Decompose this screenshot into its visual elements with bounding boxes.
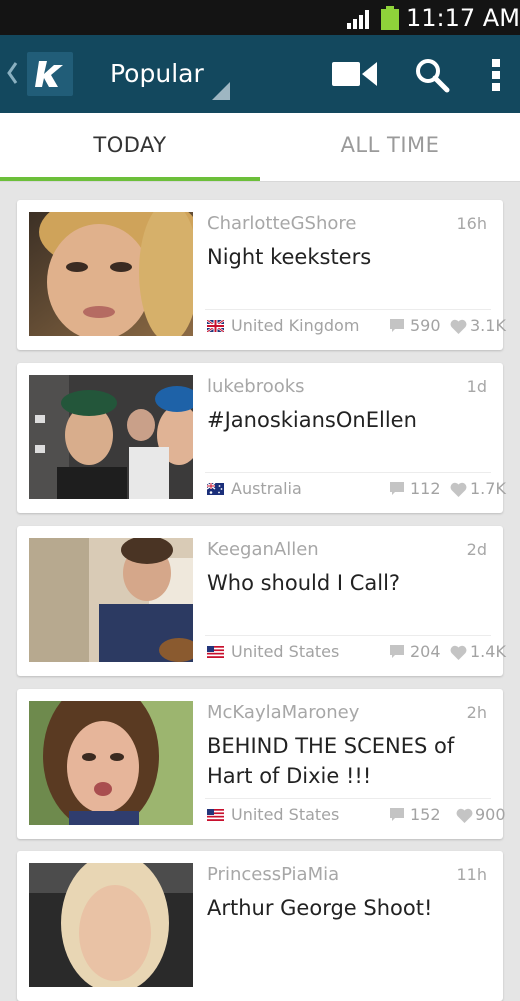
comment-count: 112 bbox=[410, 479, 441, 498]
tab-all-time[interactable]: ALL TIME bbox=[260, 113, 520, 181]
us-flag-icon bbox=[207, 809, 224, 821]
video-camera-icon[interactable] bbox=[332, 60, 378, 88]
battery-icon bbox=[381, 6, 399, 30]
country-label: Australia bbox=[231, 479, 302, 498]
divider bbox=[205, 635, 491, 636]
video-meta: United States 204 1.4K bbox=[207, 640, 506, 664]
video-caption[interactable]: Who should I Call? bbox=[207, 568, 487, 598]
video-thumbnail[interactable] bbox=[29, 863, 193, 987]
comment-count: 590 bbox=[410, 316, 441, 335]
app-bar: Popular bbox=[0, 35, 520, 113]
comment-count: 152 bbox=[410, 805, 441, 824]
divider bbox=[205, 798, 491, 799]
video-meta: United States 152 900 bbox=[207, 803, 506, 827]
like-count: 3.1K bbox=[470, 316, 506, 335]
comment-icon bbox=[390, 319, 404, 332]
video-caption[interactable]: Night keeksters bbox=[207, 242, 487, 272]
like-count: 900 bbox=[475, 805, 506, 824]
comment-count: 204 bbox=[410, 642, 441, 661]
page-title[interactable]: Popular bbox=[110, 59, 204, 89]
video-card[interactable]: McKaylaMaroney 2h BEHIND THE SCENES of H… bbox=[17, 689, 506, 839]
username[interactable]: McKaylaMaroney bbox=[207, 701, 359, 725]
back-chevron-icon[interactable] bbox=[6, 60, 18, 86]
keek-logo[interactable] bbox=[27, 52, 73, 96]
us-flag-icon bbox=[207, 646, 224, 658]
video-card[interactable]: KeeganAllen 2d Who should I Call? United… bbox=[17, 526, 506, 676]
username[interactable]: PrincessPiaMia bbox=[207, 863, 339, 887]
status-time: 11:17 AM bbox=[406, 4, 520, 32]
status-bar: 11:17 AM bbox=[0, 0, 520, 35]
video-card[interactable]: lukebrooks 1d #JanoskiansOnEllen Austral… bbox=[17, 363, 506, 513]
video-caption[interactable]: Arthur George Shoot! bbox=[207, 893, 487, 923]
heart-icon bbox=[450, 645, 467, 660]
tab-today[interactable]: TODAY bbox=[0, 113, 260, 181]
post-age: 16h bbox=[456, 214, 488, 233]
like-count: 1.4K bbox=[470, 642, 506, 661]
comment-icon bbox=[390, 808, 404, 821]
video-caption[interactable]: #JanoskiansOnEllen bbox=[207, 405, 487, 435]
overflow-menu-icon[interactable] bbox=[491, 58, 501, 92]
post-age: 2d bbox=[466, 540, 487, 559]
search-icon[interactable] bbox=[414, 57, 450, 93]
dropdown-corner-icon[interactable] bbox=[212, 82, 230, 100]
video-caption[interactable]: BEHIND THE SCENES of Hart of Dixie !!! bbox=[207, 731, 487, 791]
tab-bar: TODAY ALL TIME bbox=[0, 113, 520, 182]
video-thumbnail[interactable] bbox=[29, 701, 193, 825]
signal-icon bbox=[347, 10, 369, 29]
country-label: United States bbox=[231, 805, 340, 824]
username[interactable]: lukebrooks bbox=[207, 375, 305, 399]
divider bbox=[205, 472, 491, 473]
comment-icon bbox=[390, 645, 404, 658]
heart-icon bbox=[456, 808, 473, 823]
video-thumbnail[interactable] bbox=[29, 212, 193, 336]
country-label: United Kingdom bbox=[231, 316, 360, 335]
tab-selected-indicator bbox=[0, 177, 260, 181]
comment-icon bbox=[390, 482, 404, 495]
like-count: 1.7K bbox=[470, 479, 506, 498]
video-meta: Australia 112 1.7K bbox=[207, 477, 506, 501]
video-card[interactable]: PrincessPiaMia 11h Arthur George Shoot! bbox=[17, 851, 503, 1001]
heart-icon bbox=[450, 319, 467, 334]
video-thumbnail[interactable] bbox=[29, 375, 193, 499]
australia-flag-icon bbox=[207, 483, 224, 495]
video-meta: United Kingdom 590 3.1K bbox=[207, 314, 506, 338]
video-thumbnail[interactable] bbox=[29, 538, 193, 662]
uk-flag-icon bbox=[207, 320, 224, 332]
username[interactable]: CharlotteGShore bbox=[207, 212, 356, 236]
post-age: 1d bbox=[466, 377, 487, 396]
divider bbox=[205, 309, 491, 310]
post-age: 2h bbox=[466, 703, 487, 722]
country-label: United States bbox=[231, 642, 340, 661]
heart-icon bbox=[450, 482, 467, 497]
post-age: 11h bbox=[456, 865, 488, 884]
username[interactable]: KeeganAllen bbox=[207, 538, 319, 562]
video-card[interactable]: CharlotteGShore 16h Night keeksters Unit… bbox=[17, 200, 506, 350]
